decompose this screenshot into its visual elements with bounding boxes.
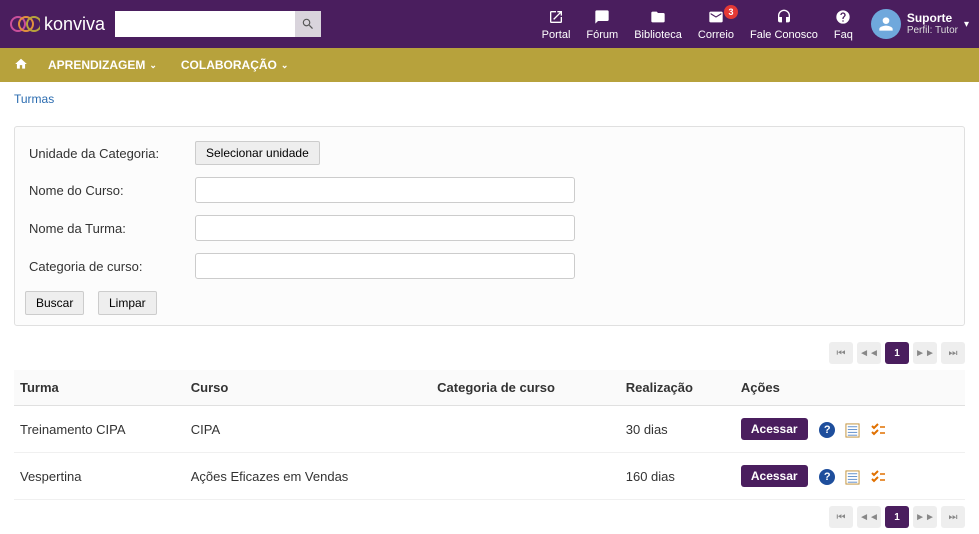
cell-acoes: Acessar ?: [735, 453, 965, 500]
help-icon[interactable]: ?: [819, 469, 835, 485]
table-row: Treinamento CIPA CIPA 30 dias Acessar ?: [14, 406, 965, 453]
nav-aprendizagem-label: APRENDIZAGEM: [48, 58, 145, 72]
user-icon: [876, 14, 896, 34]
chevron-down-icon: ⌄: [281, 60, 289, 71]
navbar: APRENDIZAGEM ⌄ COLABORAÇÃO ⌄: [0, 48, 979, 82]
logo-icon: [10, 13, 40, 35]
user-name: Suporte: [907, 11, 958, 25]
cell-realizacao: 30 dias: [620, 406, 735, 453]
cell-curso: CIPA: [185, 406, 431, 453]
cell-acoes: Acessar ?: [735, 406, 965, 453]
select-unit-button[interactable]: Selecionar unidade: [195, 141, 320, 165]
classes-table: Turma Curso Categoria de curso Realizaçã…: [14, 370, 965, 500]
home-icon: [14, 57, 28, 71]
class-input[interactable]: [195, 215, 575, 241]
nav-colaboracao-label: COLABORAÇÃO: [181, 58, 277, 72]
category-input[interactable]: [195, 253, 575, 279]
page-last[interactable]: ⏭: [941, 506, 965, 528]
cell-categoria: [431, 453, 620, 500]
avatar: [871, 9, 901, 39]
checklist-icon[interactable]: [869, 468, 887, 486]
folder-icon: [650, 9, 666, 25]
cell-turma: Treinamento CIPA: [14, 406, 185, 453]
search-input[interactable]: [115, 11, 295, 37]
page-next[interactable]: ►►: [913, 506, 937, 528]
th-curso: Curso: [185, 370, 431, 406]
nav-aprendizagem[interactable]: APRENDIZAGEM ⌄: [48, 58, 157, 72]
page-prev[interactable]: ◄◄: [857, 342, 881, 364]
search-filter-button[interactable]: Buscar: [25, 291, 84, 315]
nav-biblioteca[interactable]: Biblioteca: [626, 7, 690, 41]
logo-text: konviva: [44, 14, 105, 35]
external-link-icon: [548, 9, 564, 25]
th-categoria: Categoria de curso: [431, 370, 620, 406]
list-icon[interactable]: [843, 421, 861, 439]
checklist-icon[interactable]: [869, 421, 887, 439]
page-next[interactable]: ►►: [913, 342, 937, 364]
chevron-down-icon: ⌄: [149, 60, 157, 71]
nav-fale-label: Fale Conosco: [750, 29, 818, 41]
label-class: Nome da Turma:: [25, 221, 195, 236]
label-course: Nome do Curso:: [25, 183, 195, 198]
th-realizacao: Realização: [620, 370, 735, 406]
breadcrumb-turmas: Turmas: [14, 92, 54, 106]
mail-icon: [708, 9, 724, 25]
chevron-down-icon: ▾: [964, 19, 969, 30]
nav-correio[interactable]: 3 Correio: [690, 7, 742, 41]
user-role: Perfil: Tutor: [907, 25, 958, 37]
nav-colaboracao[interactable]: COLABORAÇÃO ⌄: [181, 58, 289, 72]
course-input[interactable]: [195, 177, 575, 203]
table-row: Vespertina Ações Eficazes em Vendas 160 …: [14, 453, 965, 500]
nav-correio-label: Correio: [698, 29, 734, 41]
logo[interactable]: konviva: [10, 13, 105, 35]
nav-faq-label: Faq: [834, 29, 853, 41]
pagination-top: ⏮ ◄◄ 1 ►► ⏭: [0, 336, 979, 370]
help-icon[interactable]: ?: [819, 422, 835, 438]
nav-forum[interactable]: Fórum: [578, 7, 626, 41]
user-menu[interactable]: Suporte Perfil: Tutor ▾: [871, 9, 969, 39]
topbar: konviva Portal Fórum Biblioteca 3 Correi…: [0, 0, 979, 48]
cell-curso: Ações Eficazes em Vendas: [185, 453, 431, 500]
correio-badge: 3: [724, 5, 738, 19]
page-current[interactable]: 1: [885, 506, 909, 528]
chat-icon: [594, 9, 610, 25]
page-first[interactable]: ⏮: [829, 342, 853, 364]
question-icon: [835, 9, 851, 25]
nav-fale[interactable]: Fale Conosco: [742, 7, 826, 41]
breadcrumb[interactable]: Turmas: [0, 82, 979, 116]
list-icon[interactable]: [843, 468, 861, 486]
search-icon: [301, 17, 315, 31]
th-acoes: Ações: [735, 370, 965, 406]
page-first[interactable]: ⏮: [829, 506, 853, 528]
nav-portal-label: Portal: [542, 29, 571, 41]
pagination-bottom: ⏮ ◄◄ 1 ►► ⏭: [0, 500, 979, 534]
cell-turma: Vespertina: [14, 453, 185, 500]
user-text: Suporte Perfil: Tutor: [907, 11, 958, 37]
label-category: Categoria de curso:: [25, 259, 195, 274]
cell-realizacao: 160 dias: [620, 453, 735, 500]
access-button[interactable]: Acessar: [741, 418, 808, 440]
filter-panel: Unidade da Categoria: Selecionar unidade…: [14, 126, 965, 326]
label-unidade: Unidade da Categoria:: [25, 146, 195, 161]
search-button[interactable]: [295, 11, 321, 37]
nav-biblioteca-label: Biblioteca: [634, 29, 682, 41]
topnav: Portal Fórum Biblioteca 3 Correio Fale C…: [534, 7, 861, 41]
access-button[interactable]: Acessar: [741, 465, 808, 487]
clear-filter-button[interactable]: Limpar: [98, 291, 157, 315]
nav-portal[interactable]: Portal: [534, 7, 579, 41]
nav-faq[interactable]: Faq: [826, 7, 861, 41]
cell-categoria: [431, 406, 620, 453]
nav-forum-label: Fórum: [586, 29, 618, 41]
page-current[interactable]: 1: [885, 342, 909, 364]
page-last[interactable]: ⏭: [941, 342, 965, 364]
headset-icon: [776, 9, 792, 25]
nav-home[interactable]: [14, 57, 28, 74]
search-wrap: [115, 11, 321, 37]
th-turma: Turma: [14, 370, 185, 406]
page-prev[interactable]: ◄◄: [857, 506, 881, 528]
